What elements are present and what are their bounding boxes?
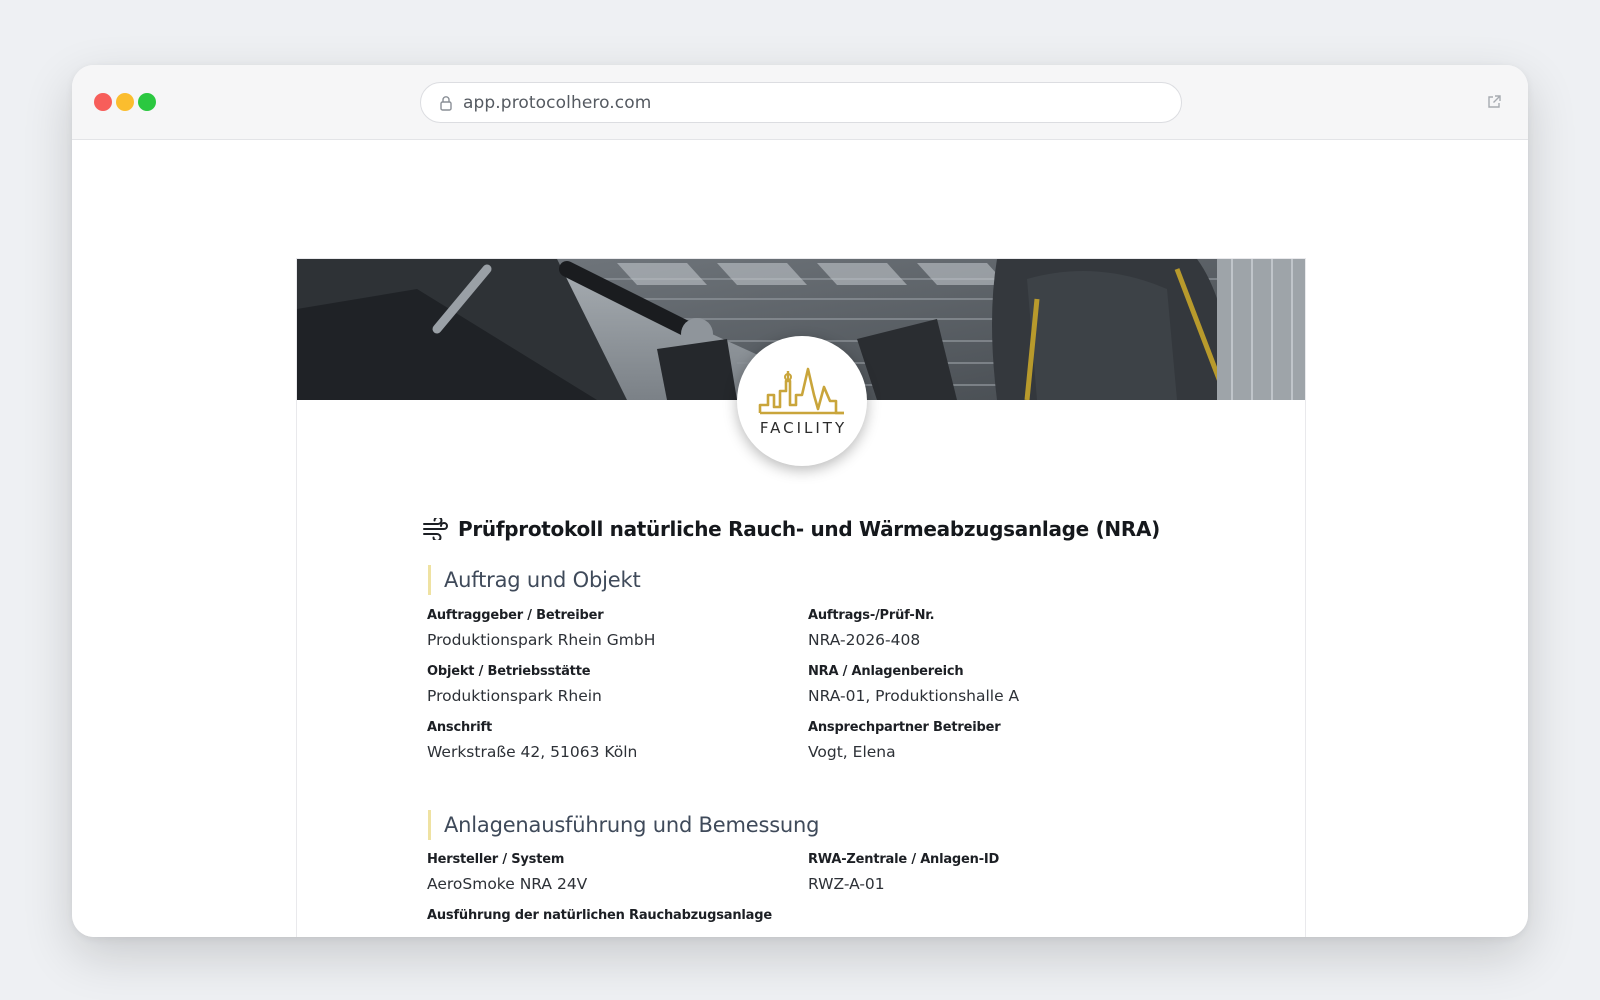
field-label: Ansprechpartner Betreiber bbox=[808, 720, 1001, 735]
close-window-button[interactable] bbox=[94, 93, 112, 111]
minimize-window-button[interactable] bbox=[116, 93, 134, 111]
field-value: Werkstraße 42, 51063 Köln bbox=[427, 743, 638, 761]
field-label: Hersteller / System bbox=[427, 852, 565, 867]
document-title: Prüfprotokoll natürliche Rauch- und Wärm… bbox=[458, 517, 1160, 541]
section-heading-label: Anlagenausführung und Bemessung bbox=[444, 813, 820, 837]
section-heading-label: Auftrag und Objekt bbox=[444, 568, 641, 592]
protocol-card: FACILITY Prüfprotokoll natürliche Rauch-… bbox=[296, 258, 1306, 937]
field-value: NRA-01, Produktionshalle A bbox=[808, 687, 1020, 705]
field-label: NRA / Anlagenbereich bbox=[808, 664, 964, 679]
field-value: Vogt, Elena bbox=[808, 743, 896, 761]
field-value: RWZ-A-01 bbox=[808, 875, 885, 893]
section-heading-anlagenausfuehrung: Anlagenausführung und Bemessung bbox=[428, 810, 819, 840]
page-content: FACILITY Prüfprotokoll natürliche Rauch-… bbox=[72, 140, 1528, 937]
field-value: NRA-2026-408 bbox=[808, 631, 921, 649]
address-bar[interactable]: app.protocolhero.com bbox=[420, 82, 1182, 123]
field-ansprechpartner: Ansprechpartner Betreiber Vogt, Elena bbox=[808, 720, 1001, 761]
field-auftraggeber: Auftraggeber / Betreiber Produktionspark… bbox=[427, 608, 655, 649]
section-accent-bar bbox=[428, 565, 431, 595]
browser-window: app.protocolhero.com FACILITY Prüfprotok… bbox=[72, 65, 1528, 937]
field-value: Produktionspark Rhein bbox=[427, 687, 602, 705]
field-label: RWA-Zentrale / Anlagen-ID bbox=[808, 852, 1000, 867]
field-anschrift: Anschrift Werkstraße 42, 51063 Köln bbox=[427, 720, 637, 761]
document-title-row: Prüfprotokoll natürliche Rauch- und Wärm… bbox=[422, 517, 1160, 541]
field-rwa-zentrale: RWA-Zentrale / Anlagen-ID RWZ-A-01 bbox=[808, 852, 999, 893]
section-accent-bar bbox=[428, 810, 431, 840]
skyline-logo-icon bbox=[758, 367, 844, 415]
field-value: AeroSmoke NRA 24V bbox=[427, 875, 588, 893]
field-label: Objekt / Betriebsstätte bbox=[427, 664, 591, 679]
field-label: Ausführung der natürlichen Rauchabzugsan… bbox=[427, 908, 772, 923]
open-external-icon[interactable] bbox=[1486, 94, 1502, 110]
section-heading-auftrag: Auftrag und Objekt bbox=[428, 565, 641, 595]
logo-wordmark: FACILITY bbox=[759, 419, 848, 437]
field-objekt: Objekt / Betriebsstätte Produktionspark … bbox=[427, 664, 602, 705]
lock-icon bbox=[440, 95, 452, 111]
maximize-window-button[interactable] bbox=[138, 93, 156, 111]
field-hersteller: Hersteller / System AeroSmoke NRA 24V bbox=[427, 852, 587, 893]
field-label: Auftraggeber / Betreiber bbox=[427, 608, 604, 623]
company-logo: FACILITY bbox=[737, 336, 867, 466]
address-bar-url: app.protocolhero.com bbox=[463, 92, 652, 113]
field-auftrags-nr: Auftrags-/Prüf-Nr. NRA-2026-408 bbox=[808, 608, 935, 649]
field-ausfuehrung: Ausführung der natürlichen Rauchabzugsan… bbox=[427, 908, 772, 923]
field-label: Auftrags-/Prüf-Nr. bbox=[808, 608, 935, 623]
field-label: Anschrift bbox=[427, 720, 492, 735]
browser-titlebar: app.protocolhero.com bbox=[72, 65, 1528, 140]
field-anlagenbereich: NRA / Anlagenbereich NRA-01, Produktions… bbox=[808, 664, 1019, 705]
wind-icon bbox=[423, 518, 448, 540]
field-value: Produktionspark Rhein GmbH bbox=[427, 631, 656, 649]
